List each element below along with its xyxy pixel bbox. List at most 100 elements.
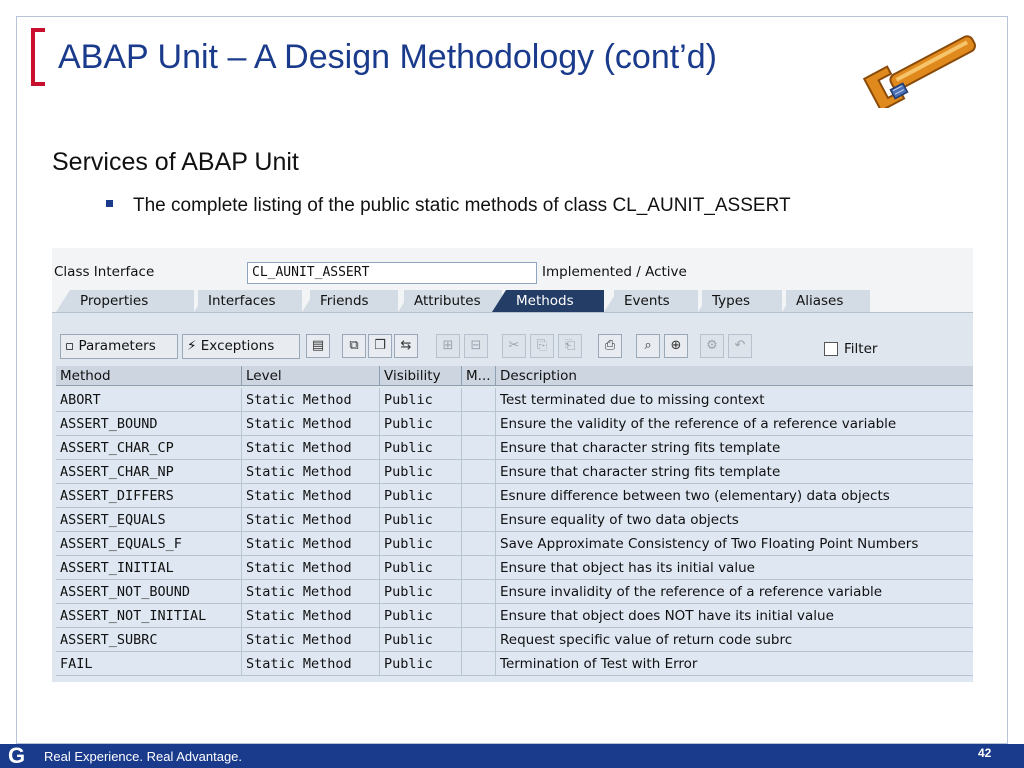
cell-visibility[interactable]: Public bbox=[380, 508, 462, 532]
source-code-icon[interactable]: ▤ bbox=[306, 334, 330, 358]
cell-method[interactable]: ASSERT_BOUND bbox=[56, 412, 242, 436]
cell-visibility[interactable]: Public bbox=[380, 460, 462, 484]
cell-description[interactable]: Save Approximate Consistency of Two Floa… bbox=[496, 532, 973, 556]
print-icon[interactable]: ⎙ bbox=[598, 334, 622, 358]
find-next-icon[interactable]: ⊕ bbox=[664, 334, 688, 358]
cell-description[interactable]: Request specific value of return code su… bbox=[496, 628, 973, 652]
table-row[interactable]: ASSERT_EQUALS_F Static Method Public Save A… bbox=[56, 532, 973, 556]
cell-level[interactable]: Static Method bbox=[242, 532, 380, 556]
cell-level[interactable]: Static Method bbox=[242, 508, 380, 532]
column-header-method[interactable]: Method bbox=[56, 366, 242, 386]
cell-description[interactable]: Esnure difference between two (elementar… bbox=[496, 484, 973, 508]
cell-m[interactable] bbox=[462, 580, 496, 604]
cell-m[interactable] bbox=[462, 436, 496, 460]
tab-methods[interactable]: Methods bbox=[506, 290, 604, 312]
table-row[interactable]: ABORT Static Method Public Test terminated … bbox=[56, 388, 973, 412]
cell-visibility[interactable]: Public bbox=[380, 412, 462, 436]
paste-row-icon[interactable]: ⎗ bbox=[558, 334, 582, 358]
cell-m[interactable] bbox=[462, 412, 496, 436]
copy-row-icon[interactable]: ⎘ bbox=[530, 334, 554, 358]
table-row[interactable]: ASSERT_CHAR_CP Static Method Public Ensure … bbox=[56, 436, 973, 460]
cell-level[interactable]: Static Method bbox=[242, 388, 380, 412]
cell-m[interactable] bbox=[462, 388, 496, 412]
cell-m[interactable] bbox=[462, 604, 496, 628]
delete-row-icon[interactable]: ⊟ bbox=[464, 334, 488, 358]
cell-method[interactable]: ASSERT_INITIAL bbox=[56, 556, 242, 580]
cell-method[interactable]: ASSERT_DIFFERS bbox=[56, 484, 242, 508]
table-row[interactable]: ASSERT_DIFFERS Static Method Public Esnure … bbox=[56, 484, 973, 508]
insert-row-icon[interactable]: ⊞ bbox=[436, 334, 460, 358]
cell-m[interactable] bbox=[462, 556, 496, 580]
cell-level[interactable]: Static Method bbox=[242, 436, 380, 460]
settings-icon[interactable]: ⚙ bbox=[700, 334, 724, 358]
cell-visibility[interactable]: Public bbox=[380, 652, 462, 676]
table-row[interactable]: ASSERT_NOT_BOUND Static Method Public Ensur… bbox=[56, 580, 973, 604]
cell-method[interactable]: ASSERT_NOT_INITIAL bbox=[56, 604, 242, 628]
class-interface-input[interactable]: CL_AUNIT_ASSERT bbox=[247, 262, 537, 284]
undo-icon[interactable]: ↶ bbox=[728, 334, 752, 358]
cell-method[interactable]: ASSERT_SUBRC bbox=[56, 628, 242, 652]
tab-aliases[interactable]: Aliases bbox=[786, 290, 870, 312]
tab-properties[interactable]: Properties bbox=[70, 290, 194, 312]
table-row[interactable]: ASSERT_CHAR_NP Static Method Public Ensure … bbox=[56, 460, 973, 484]
cell-level[interactable]: Static Method bbox=[242, 412, 380, 436]
cell-m[interactable] bbox=[462, 652, 496, 676]
cell-visibility[interactable]: Public bbox=[380, 628, 462, 652]
column-header-m[interactable]: M... bbox=[462, 366, 496, 386]
cell-visibility[interactable]: Public bbox=[380, 532, 462, 556]
cell-visibility[interactable]: Public bbox=[380, 556, 462, 580]
tab-interfaces[interactable]: Interfaces bbox=[198, 290, 302, 312]
table-row[interactable]: ASSERT_INITIAL Static Method Public Ensure … bbox=[56, 556, 973, 580]
table-row[interactable]: FAIL Static Method Public Termination of Te… bbox=[56, 652, 973, 676]
cell-description[interactable]: Ensure equality of two data objects bbox=[496, 508, 973, 532]
cell-description[interactable]: Ensure invalidity of the reference of a … bbox=[496, 580, 973, 604]
cell-level[interactable]: Static Method bbox=[242, 460, 380, 484]
cell-method[interactable]: ASSERT_EQUALS bbox=[56, 508, 242, 532]
cell-method[interactable]: ASSERT_CHAR_NP bbox=[56, 460, 242, 484]
cell-level[interactable]: Static Method bbox=[242, 652, 380, 676]
cell-m[interactable] bbox=[462, 484, 496, 508]
find-icon[interactable]: ⌕ bbox=[636, 334, 660, 358]
tab-types[interactable]: Types bbox=[702, 290, 782, 312]
cell-description[interactable]: Ensure that character string fits templa… bbox=[496, 436, 973, 460]
cell-visibility[interactable]: Public bbox=[380, 436, 462, 460]
cell-visibility[interactable]: Public bbox=[380, 388, 462, 412]
cell-method[interactable]: ASSERT_EQUALS_F bbox=[56, 532, 242, 556]
table-row[interactable]: ASSERT_EQUALS Static Method Public Ensure e… bbox=[56, 508, 973, 532]
cell-m[interactable] bbox=[462, 508, 496, 532]
move-icon[interactable]: ⇆ bbox=[394, 334, 418, 358]
cell-visibility[interactable]: Public bbox=[380, 580, 462, 604]
tab-events[interactable]: Events bbox=[614, 290, 698, 312]
cell-method[interactable]: ASSERT_CHAR_CP bbox=[56, 436, 242, 460]
cell-description[interactable]: Ensure that character string fits templa… bbox=[496, 460, 973, 484]
cut-icon[interactable]: ✂ bbox=[502, 334, 526, 358]
cell-visibility[interactable]: Public bbox=[380, 604, 462, 628]
column-header-visibility[interactable]: Visibility bbox=[380, 366, 462, 386]
cell-description[interactable]: Termination of Test with Error bbox=[496, 652, 973, 676]
cell-method[interactable]: FAIL bbox=[56, 652, 242, 676]
column-header-description[interactable]: Description bbox=[496, 366, 973, 386]
table-row[interactable]: ASSERT_NOT_INITIAL Static Method Public Ens… bbox=[56, 604, 973, 628]
parameters-button[interactable]: ▫ Parameters bbox=[60, 334, 178, 359]
cell-method[interactable]: ASSERT_NOT_BOUND bbox=[56, 580, 242, 604]
cell-description[interactable]: Test terminated due to missing context bbox=[496, 388, 973, 412]
filter-checkbox[interactable] bbox=[824, 342, 838, 356]
paste-icon[interactable]: ❐ bbox=[368, 334, 392, 358]
cell-level[interactable]: Static Method bbox=[242, 580, 380, 604]
cell-m[interactable] bbox=[462, 460, 496, 484]
cell-method[interactable]: ABORT bbox=[56, 388, 242, 412]
tab-friends[interactable]: Friends bbox=[310, 290, 398, 312]
cell-level[interactable]: Static Method bbox=[242, 556, 380, 580]
cell-description[interactable]: Ensure the validity of the reference of … bbox=[496, 412, 973, 436]
cell-description[interactable]: Ensure that object has its initial value bbox=[496, 556, 973, 580]
cell-m[interactable] bbox=[462, 532, 496, 556]
cell-description[interactable]: Ensure that object does NOT have its ini… bbox=[496, 604, 973, 628]
exceptions-button[interactable]: ⚡ Exceptions bbox=[182, 334, 300, 359]
cell-m[interactable] bbox=[462, 628, 496, 652]
table-row[interactable]: ASSERT_SUBRC Static Method Public Request s… bbox=[56, 628, 973, 652]
table-row[interactable]: ASSERT_BOUND Static Method Public Ensure th… bbox=[56, 412, 973, 436]
column-header-level[interactable]: Level bbox=[242, 366, 380, 386]
tab-attributes[interactable]: Attributes bbox=[404, 290, 502, 312]
cell-level[interactable]: Static Method bbox=[242, 484, 380, 508]
cell-level[interactable]: Static Method bbox=[242, 604, 380, 628]
